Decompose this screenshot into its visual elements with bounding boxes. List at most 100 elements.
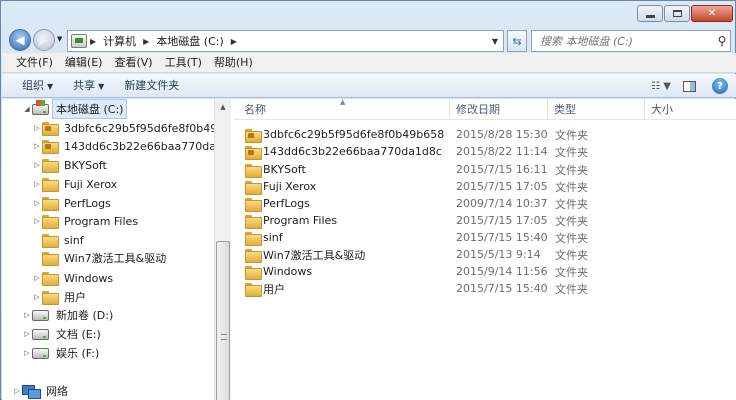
tree-item-drive-d[interactable]: ▷ 新加卷 (D:) bbox=[22, 306, 117, 324]
tree-item-folder[interactable]: sinf bbox=[32, 231, 88, 249]
tree-item-drive-f[interactable]: ▷ 娱乐 (F:) bbox=[22, 344, 103, 362]
change-view-button[interactable]: ☷ ▼ bbox=[648, 77, 674, 95]
column-name-label: 名称 bbox=[244, 103, 266, 116]
maximize-button[interactable] bbox=[664, 5, 690, 22]
refresh-button[interactable]: ⇆ bbox=[507, 30, 527, 52]
organize-button[interactable]: 组织 ▼ bbox=[12, 74, 63, 98]
minimize-button[interactable] bbox=[637, 5, 663, 22]
table-row[interactable]: 3dbfc6c29b5f95d6fe8f0b49b658 2015/8/28 1… bbox=[234, 126, 736, 143]
chevron-right-icon[interactable]: ▶ bbox=[140, 37, 152, 46]
chevron-right-icon[interactable]: ▶ bbox=[228, 37, 240, 46]
scrollbar-thumb[interactable] bbox=[216, 241, 230, 400]
table-row[interactable]: sinf 2015/7/15 15:40 文件夹 bbox=[234, 229, 736, 246]
new-folder-button[interactable]: 新建文件夹 bbox=[114, 74, 189, 98]
file-type: 文件夹 bbox=[555, 145, 588, 159]
file-date: 2015/7/15 15:40 bbox=[456, 282, 548, 295]
expand-arrow-icon[interactable]: ▷ bbox=[32, 217, 42, 225]
file-name: 143dd6c3b22e66baa770da1d8c bbox=[263, 145, 442, 158]
tree-item-local-disk-c[interactable]: ◢ 本地磁盘 (C:) bbox=[22, 99, 128, 119]
file-type: 文件夹 bbox=[555, 180, 588, 194]
expand-arrow-icon[interactable]: ▷ bbox=[12, 387, 22, 395]
menu-view[interactable]: 查看(V) bbox=[108, 53, 158, 73]
file-date: 2009/7/14 10:37 bbox=[456, 197, 548, 210]
close-button[interactable]: ✕ bbox=[691, 5, 733, 22]
scroll-up-icon[interactable]: ▲ bbox=[215, 99, 231, 115]
folder-icon bbox=[245, 163, 262, 178]
file-date: 2015/8/22 11:14 bbox=[456, 145, 548, 158]
forward-button[interactable]: ▶ bbox=[33, 29, 55, 51]
expand-arrow-icon[interactable]: ▷ bbox=[32, 142, 42, 150]
expand-arrow-icon[interactable]: ▷ bbox=[22, 349, 32, 357]
tree-label: Fuji Xerox bbox=[64, 177, 118, 191]
table-row[interactable]: BKYSoft 2015/7/15 16:11 文件夹 bbox=[234, 161, 736, 178]
tree-item-folder[interactable]: ▷ Windows bbox=[32, 269, 117, 287]
back-button[interactable]: ◀ bbox=[9, 29, 31, 51]
tree-item-folder[interactable]: ▷ Program Files bbox=[32, 212, 142, 230]
file-name: PerfLogs bbox=[263, 197, 310, 210]
expand-arrow-icon[interactable]: ▷ bbox=[22, 311, 32, 319]
column-type[interactable]: 类型 bbox=[548, 99, 645, 120]
chevron-down-icon[interactable]: ▼ bbox=[487, 37, 503, 46]
folder-icon bbox=[245, 197, 262, 212]
expand-arrow-icon[interactable]: ▷ bbox=[32, 293, 42, 301]
expand-arrow-icon[interactable]: ▷ bbox=[32, 180, 42, 188]
expand-arrow-icon[interactable]: ▷ bbox=[22, 330, 32, 338]
file-name: 3dbfc6c29b5f95d6fe8f0b49b658 bbox=[263, 128, 445, 141]
collapse-arrow-icon[interactable]: ◢ bbox=[22, 105, 32, 113]
address-bar[interactable]: ▶ 计算机 ▶ 本地磁盘 (C:) ▶ ▼ bbox=[67, 30, 504, 52]
breadcrumb-computer[interactable]: 计算机 bbox=[99, 31, 140, 51]
column-name[interactable]: ▲ 名称 bbox=[234, 98, 450, 120]
file-name: sinf bbox=[263, 231, 283, 244]
tree-label: sinf bbox=[64, 233, 84, 247]
file-name: Program Files bbox=[263, 214, 338, 227]
column-date[interactable]: 修改日期 bbox=[450, 99, 548, 120]
column-size[interactable]: 大小 bbox=[645, 99, 725, 120]
expand-arrow-icon[interactable]: ▷ bbox=[32, 161, 42, 169]
menu-tools[interactable]: 工具(T) bbox=[159, 53, 208, 73]
drive-icon bbox=[32, 347, 49, 359]
table-row[interactable]: Fuji Xerox 2015/7/15 17:05 文件夹 bbox=[234, 178, 736, 195]
share-button[interactable]: 共享 ▼ bbox=[63, 74, 114, 98]
file-type: 文件夹 bbox=[555, 214, 588, 228]
file-list: ▲ 名称 修改日期 类型 大小 3dbfc6c29b5f95d6fe8f0b49… bbox=[234, 98, 736, 400]
file-date: 2015/7/15 16:11 bbox=[456, 163, 548, 176]
expand-arrow-icon[interactable]: ▷ bbox=[32, 124, 42, 132]
tree-item-folder[interactable]: ▷ 143dd6c3b22e66baa770da1d8c bbox=[32, 137, 214, 155]
file-name: Win7激活工具&驱动 bbox=[263, 248, 366, 262]
breadcrumb-local-disk[interactable]: 本地磁盘 (C:) bbox=[152, 31, 227, 51]
menu-help[interactable]: 帮助(H) bbox=[208, 53, 259, 73]
tree-item-folder[interactable]: Win7激活工具&驱动 bbox=[32, 249, 170, 267]
table-row[interactable]: Program Files 2015/7/15 17:05 文件夹 bbox=[234, 212, 736, 229]
help-button[interactable]: ? bbox=[712, 78, 728, 94]
tree-item-folder[interactable]: ▷ Fuji Xerox bbox=[32, 175, 121, 193]
expand-arrow-icon[interactable]: ▷ bbox=[32, 199, 42, 207]
search-input[interactable] bbox=[532, 34, 714, 48]
preview-pane-button[interactable] bbox=[680, 77, 698, 95]
expand-arrow-icon[interactable]: ▷ bbox=[32, 274, 42, 282]
table-row[interactable]: 143dd6c3b22e66baa770da1d8c 2015/8/22 11:… bbox=[234, 143, 736, 160]
maximize-icon bbox=[672, 10, 682, 17]
close-icon: ✕ bbox=[707, 8, 717, 19]
system-drive-icon bbox=[32, 99, 49, 115]
menu-edit[interactable]: 编辑(E) bbox=[59, 53, 109, 73]
chevron-right-icon[interactable]: ▶ bbox=[87, 37, 99, 46]
tree-item-folder[interactable]: ▷ BKYSoft bbox=[32, 156, 111, 174]
tree-item-folder[interactable]: ▷ PerfLogs bbox=[32, 194, 115, 212]
recent-pages-dropdown[interactable]: ▼ bbox=[57, 35, 62, 43]
tree-item-folder[interactable]: ▷ 用户 bbox=[32, 288, 90, 306]
tree-item-folder[interactable]: ▷ 3dbfc6c29b5f95d6fe8f0b49b658 bbox=[32, 119, 214, 137]
table-row[interactable]: Win7激活工具&驱动 2015/5/13 9:14 文件夹 bbox=[234, 246, 736, 263]
locked-folder-icon bbox=[42, 122, 59, 136]
table-row[interactable]: PerfLogs 2009/7/14 10:37 文件夹 bbox=[234, 195, 736, 212]
preview-pane-icon bbox=[682, 80, 696, 92]
table-row[interactable]: Windows 2015/9/14 11:56 文件夹 bbox=[234, 263, 736, 280]
file-name: Windows bbox=[263, 265, 313, 278]
menu-file[interactable]: 文件(F) bbox=[10, 53, 59, 73]
search-icon[interactable]: ⚲ bbox=[714, 34, 730, 48]
tree-item-drive-e[interactable]: ▷ 文档 (E:) bbox=[22, 325, 105, 343]
navigation-scrollbar[interactable]: ▲ bbox=[214, 99, 231, 400]
tree-item-network[interactable]: ▷ 网络 bbox=[12, 382, 72, 400]
view-options-icon: ☷ ▼ bbox=[651, 80, 671, 92]
locked-folder-icon bbox=[245, 128, 262, 143]
table-row[interactable]: 用户 2015/7/15 15:40 文件夹 bbox=[234, 280, 736, 297]
